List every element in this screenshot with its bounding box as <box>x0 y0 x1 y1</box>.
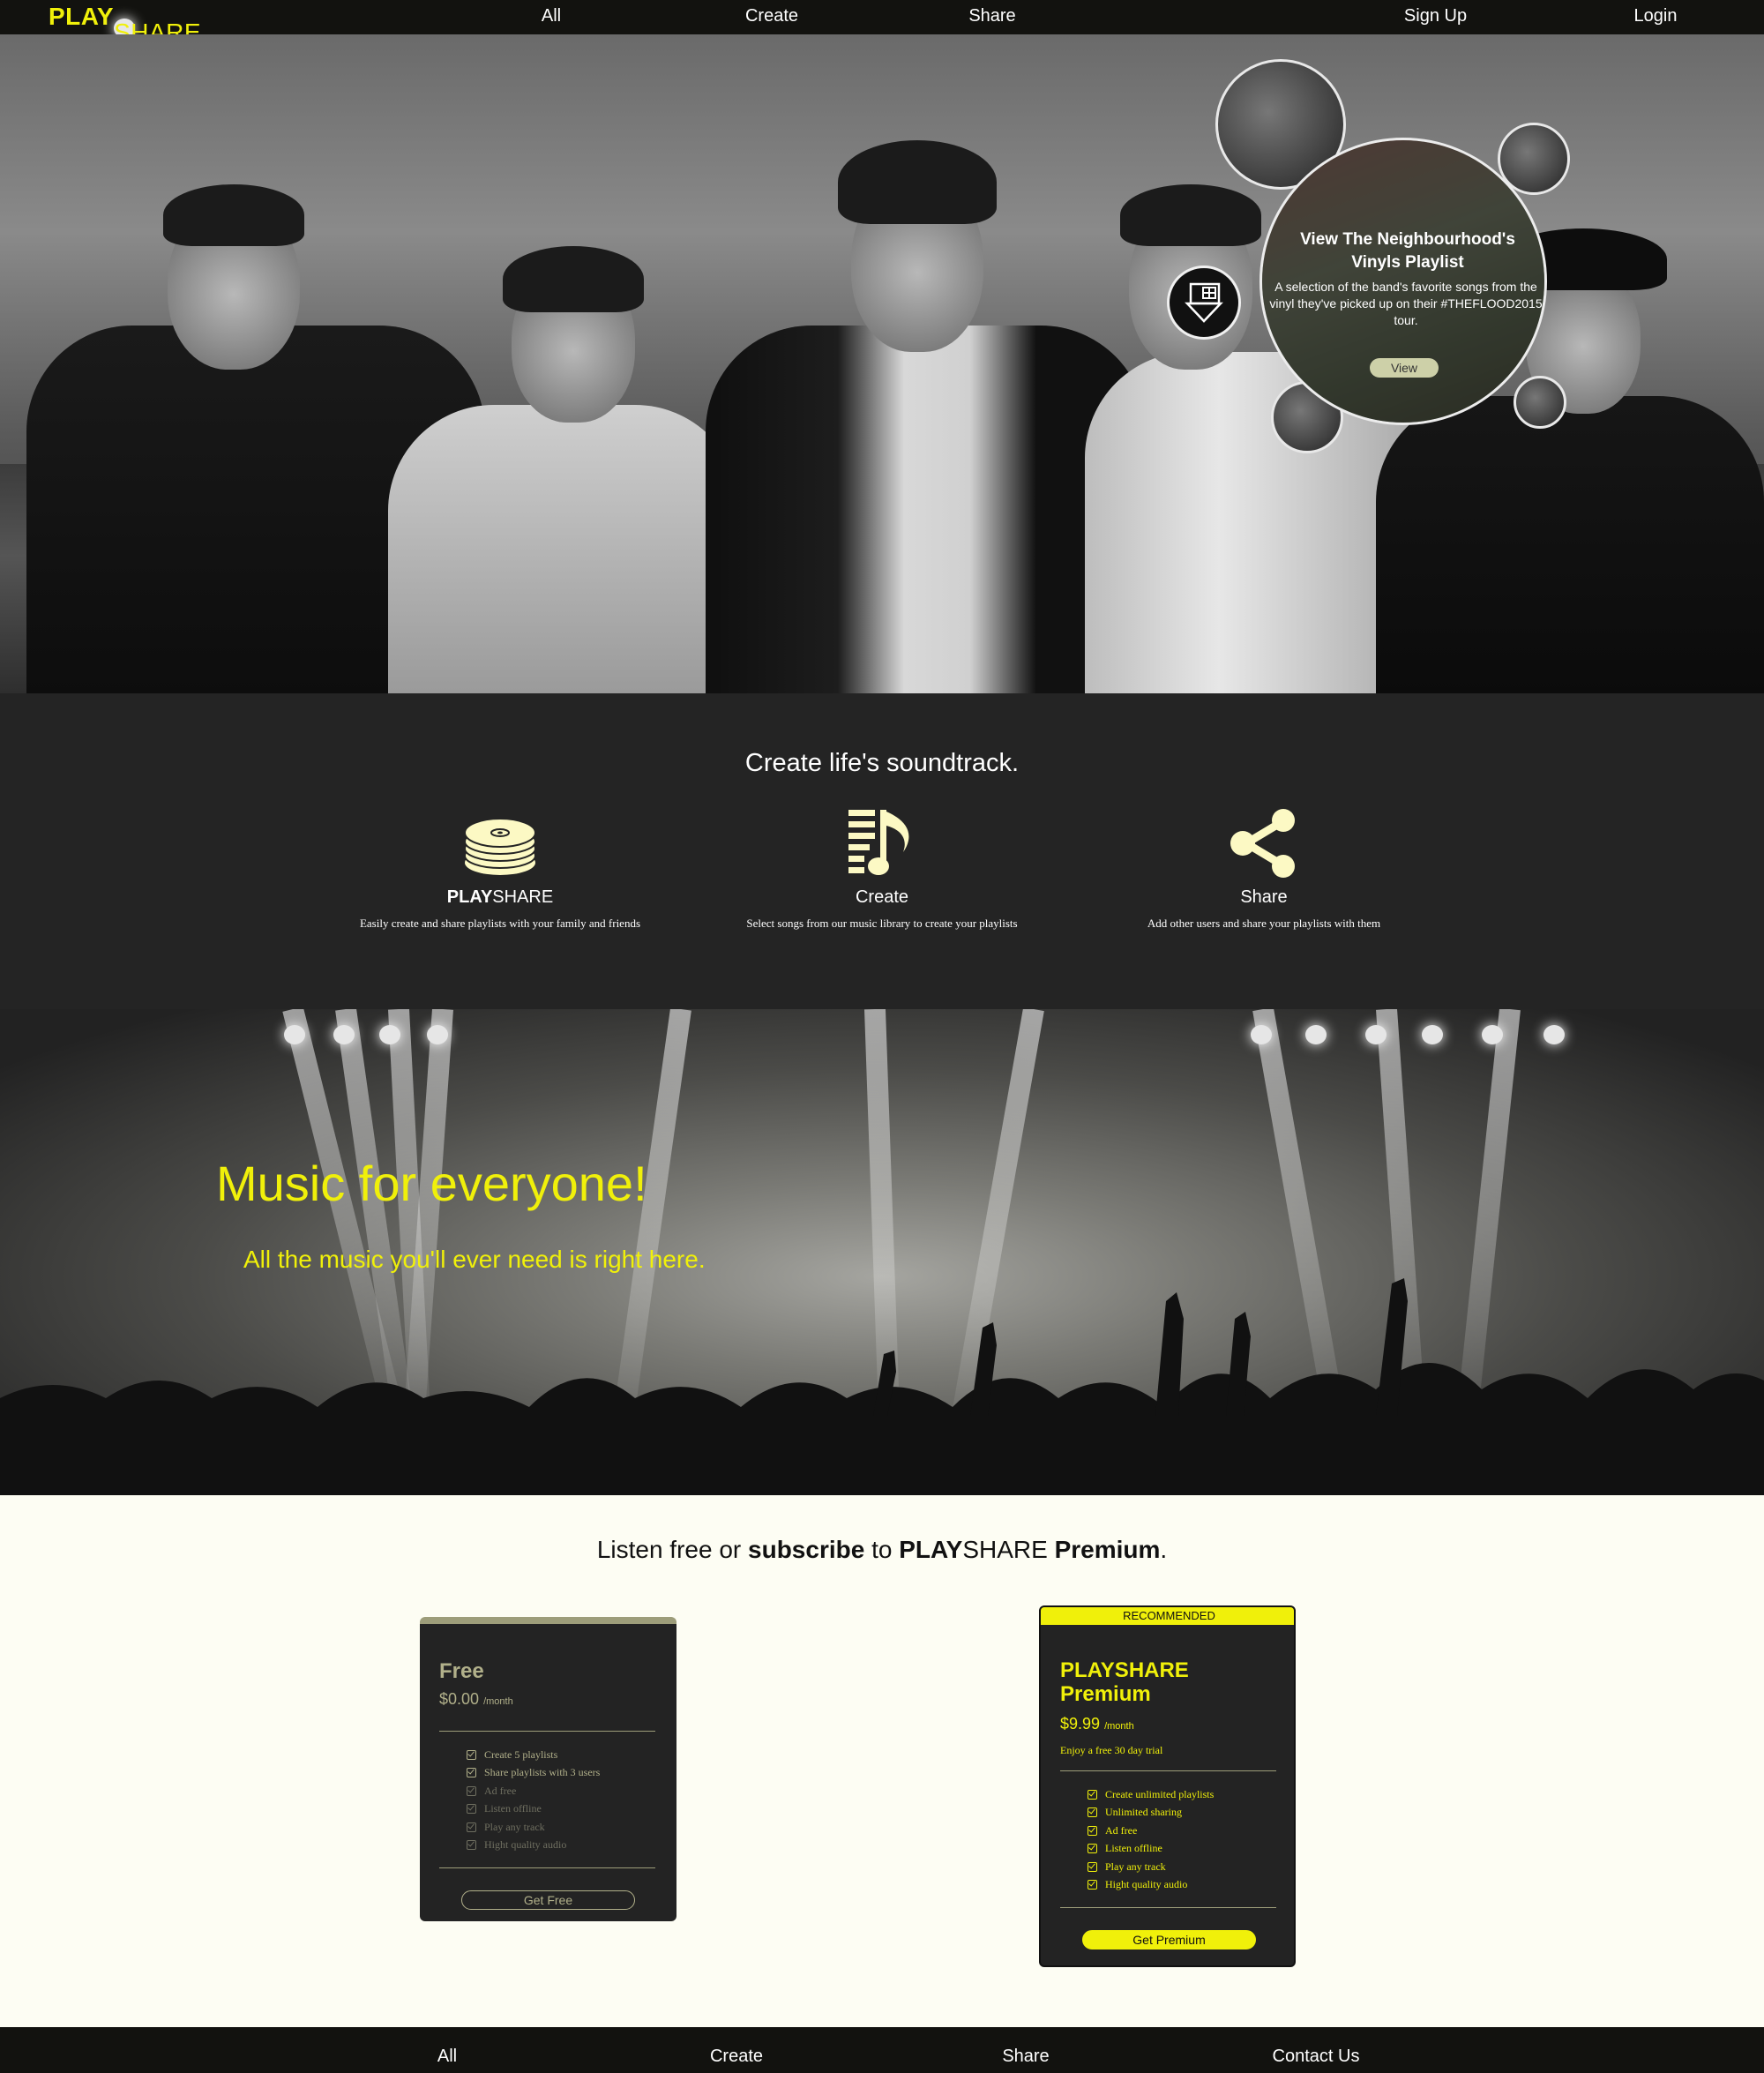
check-icon <box>1088 1807 1097 1818</box>
list-item: Hight quality audio <box>467 1837 600 1855</box>
page: PLAY SHARE All Create Share Sign Up Login <box>0 0 1764 2073</box>
stage-light <box>1365 1025 1387 1044</box>
nav-link-create[interactable]: Create <box>736 6 807 26</box>
footer-link-create[interactable]: Create <box>701 2047 772 2067</box>
featured-playlist-description: A selection of the band's favorite songs… <box>1269 280 1543 327</box>
stage-light <box>1305 1025 1327 1044</box>
divider <box>439 1867 655 1868</box>
free-plan-card: Free $0.00 /month Create 5 playlists Sha… <box>420 1617 676 1921</box>
login-link[interactable]: Login <box>1625 6 1686 26</box>
hero-band-photo: View The Neighbourhood's Vinyls Playlist… <box>0 34 1764 693</box>
footer-nav: All Create Share Contact Us <box>0 2027 1764 2073</box>
share-icon <box>1230 809 1295 878</box>
stage-light <box>427 1025 448 1044</box>
list-item: Play any track <box>1088 1858 1214 1876</box>
premium-plan-title: PLAYSHARE Premium <box>1060 1658 1189 1706</box>
banner-tagline: All the music you'll ever need is right … <box>243 1246 706 1273</box>
feature-title-playshare: PLAYSHARE <box>446 887 554 907</box>
sign-up-link[interactable]: Sign Up <box>1394 6 1477 26</box>
feature-subtitle-share: Add other users and share your playlists… <box>1147 917 1381 930</box>
divider <box>439 1731 655 1732</box>
premium-trial-note: Enjoy a free 30 day trial <box>1060 1744 1163 1756</box>
stage-light <box>1482 1025 1503 1044</box>
featured-playlist-title: View The Neighbourhood's Vinyls Playlist <box>1300 230 1515 272</box>
check-icon <box>467 1822 476 1832</box>
disc-stack-icon <box>464 818 536 875</box>
check-icon <box>1088 1844 1097 1854</box>
list-item: Hight quality audio <box>1088 1876 1214 1895</box>
feature-subtitle-create: Select songs from our music library to c… <box>746 917 1018 930</box>
concert-banner: Music for everyone! All the music you'll… <box>0 1009 1764 1495</box>
free-plan-title: Free <box>439 1659 484 1683</box>
logo-bold-text: PLAY <box>49 3 115 30</box>
list-item: Create 5 playlists <box>467 1746 600 1764</box>
band-logo-icon[interactable] <box>1167 266 1241 340</box>
check-icon <box>467 1768 476 1778</box>
band-member-2 <box>388 228 741 693</box>
premium-plan-price: $9.99 /month <box>1060 1715 1134 1732</box>
list-item: Ad free <box>467 1782 600 1800</box>
feature-playshare: PLAYSHARE Easily create and share playli… <box>324 808 676 931</box>
check-icon <box>1088 1861 1097 1872</box>
stage-light <box>333 1025 355 1044</box>
feature-title-share: Share <box>1240 887 1288 907</box>
footer-link-contact[interactable]: Contact Us <box>1263 2047 1369 2067</box>
playlist-music-icon <box>848 810 909 875</box>
list-item: Share playlists with 3 users <box>467 1764 600 1783</box>
stage-light <box>379 1025 400 1044</box>
band-member-3 <box>706 140 1147 693</box>
check-icon <box>467 1749 476 1760</box>
get-premium-button[interactable]: Get Premium <box>1082 1930 1256 1950</box>
divider <box>1060 1907 1276 1908</box>
banner-headline: Music for everyone! <box>216 1156 647 1211</box>
brand-logo[interactable]: PLAY SHARE <box>49 3 201 46</box>
check-icon <box>1088 1789 1097 1800</box>
pricing-heading: Listen free or subscribe to PLAYSHARE Pr… <box>596 1536 1168 1563</box>
stage-light <box>1544 1025 1565 1044</box>
view-playlist-button[interactable]: View <box>1370 358 1439 378</box>
feature-title-create: Create <box>855 887 909 907</box>
recommended-badge: RECOMMENDED <box>1041 1607 1294 1625</box>
check-icon <box>1088 1825 1097 1836</box>
get-free-button[interactable]: Get Free <box>461 1890 635 1910</box>
list-item: Play any track <box>467 1818 600 1837</box>
free-feature-list: Create 5 playlists Share playlists with … <box>467 1746 600 1854</box>
nav-link-share[interactable]: Share <box>961 6 1023 26</box>
top-navbar: PLAY SHARE All Create Share Sign Up Login <box>0 0 1764 46</box>
featured-playlist-bubble[interactable]: View The Neighbourhood's Vinyls Playlist… <box>1259 138 1547 425</box>
check-icon <box>467 1804 476 1815</box>
list-item: Unlimited sharing <box>1088 1804 1214 1822</box>
crowd-silhouette <box>0 1278 1764 1495</box>
feature-create: Create Select songs from our music libra… <box>706 808 1058 931</box>
footer-link-share[interactable]: Share <box>995 2047 1057 2067</box>
list-item: Create unlimited playlists <box>1088 1785 1214 1804</box>
divider <box>1060 1770 1276 1771</box>
nav-link-all[interactable]: All <box>525 6 578 26</box>
list-item: Ad free <box>1088 1822 1214 1840</box>
footer-link-all[interactable]: All <box>421 2047 474 2067</box>
stage-light <box>1422 1025 1443 1044</box>
check-icon <box>467 1785 476 1796</box>
stage-light <box>284 1025 305 1044</box>
check-icon <box>1088 1880 1097 1890</box>
premium-plan-card: RECOMMENDED PLAYSHARE Premium $9.99 /mont… <box>1039 1605 1296 1967</box>
check-icon <box>467 1840 476 1851</box>
feature-subtitle-playshare: Easily create and share playlists with y… <box>359 917 641 930</box>
features-section: Create life's soundtrack. PLAYSHARE Easi… <box>0 693 1764 1009</box>
feature-share: Share Add other users and share your pla… <box>1088 808 1440 931</box>
list-item: Listen offline <box>1088 1840 1214 1859</box>
free-plan-price: $0.00 /month <box>439 1690 513 1708</box>
premium-feature-list: Create unlimited playlists Unlimited sha… <box>1088 1785 1214 1894</box>
stage-light <box>1251 1025 1272 1044</box>
pricing-section: Listen free or subscribe to PLAYSHARE Pr… <box>0 1495 1764 2027</box>
list-item: Listen offline <box>467 1800 600 1819</box>
features-heading: Create life's soundtrack. <box>744 749 1020 777</box>
